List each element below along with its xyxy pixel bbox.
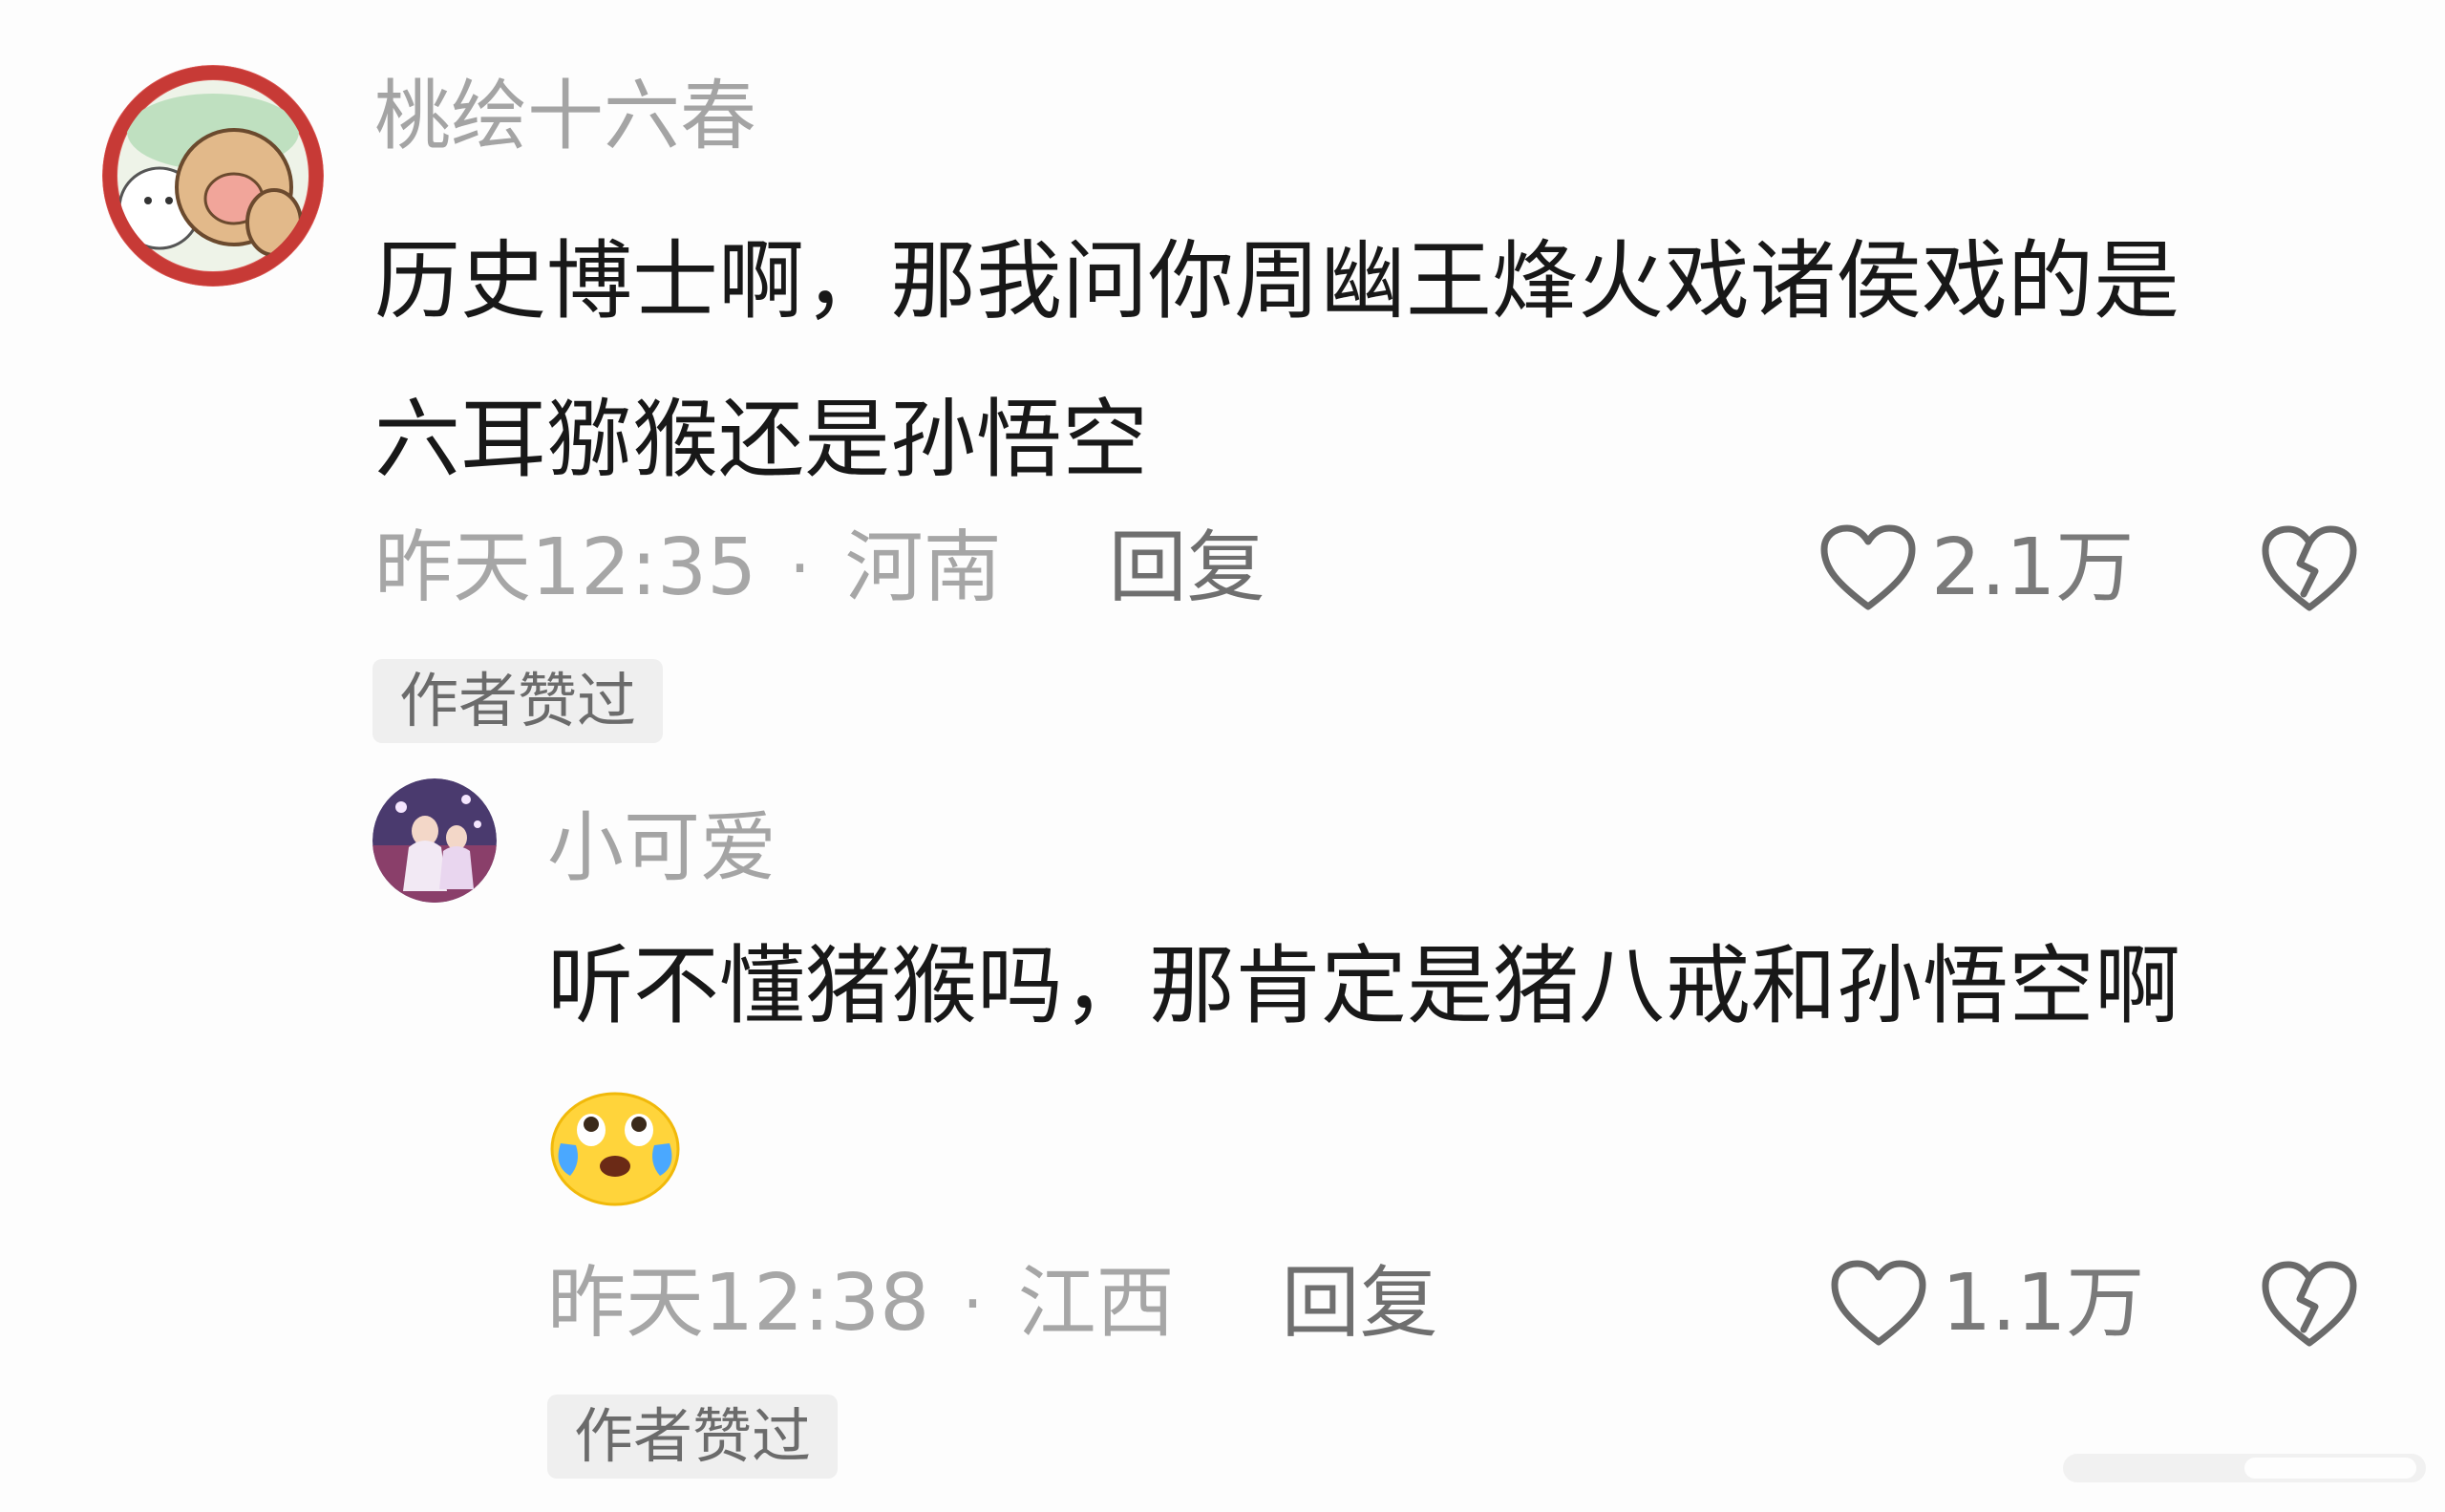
- reply-button[interactable]: 回复: [1282, 1251, 1438, 1356]
- author-liked-badge: 作者赞过: [547, 1395, 839, 1479]
- timestamp: 昨天12:38: [547, 1258, 930, 1349]
- broken-heart-icon: [2262, 1261, 2357, 1347]
- avatar-image-stage-photo: [372, 778, 497, 903]
- timestamp: 昨天12:35: [374, 522, 757, 613]
- avatar[interactable]: [372, 778, 497, 903]
- location: 河南: [844, 522, 1002, 613]
- broken-heart-icon: [2262, 525, 2357, 611]
- username[interactable]: 桃绘十六春: [374, 69, 756, 164]
- crying-laughing-face-emoji: [547, 1084, 683, 1208]
- dislike-button[interactable]: [2260, 522, 2359, 617]
- location: 江西: [1017, 1258, 1175, 1349]
- comment-thread-page: 桃绘十六春 历史博士啊，那我问你周幽王烽火戏诸侯戏的是 六耳猕猴还是孙悟空 昨天…: [0, 0, 2445, 1512]
- watermark: [2053, 1433, 2435, 1509]
- username[interactable]: 小可爱: [547, 800, 776, 896]
- heart-outline-icon: [1820, 524, 1916, 610]
- author-liked-badge: 作者赞过: [372, 659, 664, 743]
- comment-meta: 昨天12:38 · 江西 回复: [547, 1251, 1438, 1356]
- dislike-button[interactable]: [2260, 1257, 2359, 1352]
- comment-text: 听不懂猪猴吗，那肯定是猪八戒和孙悟空啊: [547, 936, 2180, 1036]
- comment-text-line: 六耳猕猴还是孙悟空: [374, 390, 1148, 490]
- like-button[interactable]: 2.1万: [1818, 516, 2134, 621]
- watermark-graphic: [2063, 1454, 2426, 1482]
- avatar-image-cartoon-dogs: [102, 65, 324, 287]
- comment-text: 历史博士啊，那我问你周幽王烽火戏诸侯戏的是 六耳猕猴还是孙悟空: [374, 202, 2361, 520]
- heart-outline-icon: [1831, 1260, 1926, 1346]
- like-button[interactable]: 1.1万: [1829, 1251, 2144, 1356]
- comment-text-line: 历史博士啊，那我问你周幽王烽火戏诸侯戏的是: [374, 231, 2179, 331]
- like-count: 1.1万: [1942, 1258, 2145, 1349]
- like-count: 2.1万: [1931, 522, 2135, 613]
- avatar[interactable]: [102, 65, 324, 287]
- crying-laughing-face-icon: [550, 1092, 680, 1206]
- reply-button[interactable]: 回复: [1109, 516, 1265, 621]
- meta-separator: ·: [789, 529, 811, 607]
- comment-meta: 昨天12:35 · 河南 回复: [374, 516, 1265, 621]
- meta-separator: ·: [962, 1265, 984, 1343]
